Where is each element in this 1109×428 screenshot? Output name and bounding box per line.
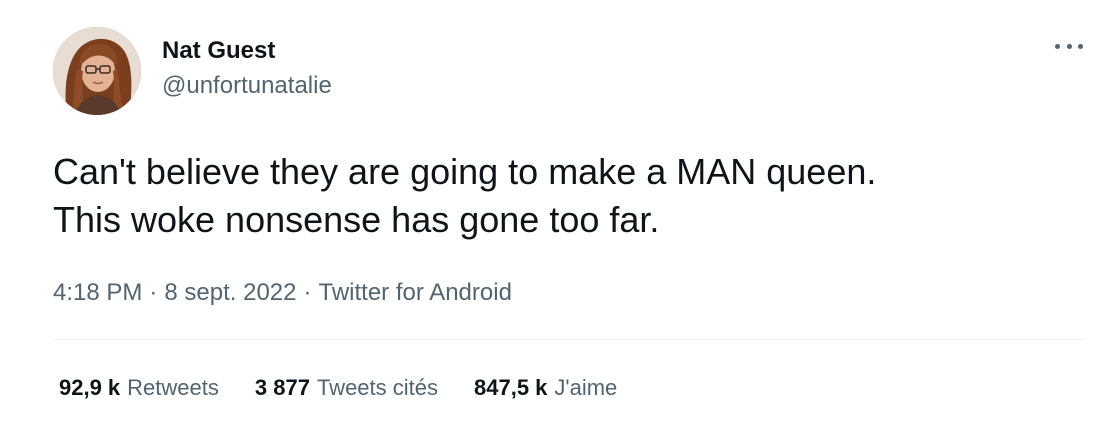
likes-stat[interactable]: 847,5 k J'aime [474, 374, 617, 402]
tweet-source-link[interactable]: Twitter for Android [319, 278, 512, 308]
retweets-count: 92,9 k [59, 375, 121, 400]
tweet-date-link[interactable]: 8 sept. 2022 [164, 278, 296, 308]
more-options-button[interactable] [1055, 36, 1083, 56]
retweets-stat[interactable]: 92,9 k Retweets [59, 374, 219, 402]
tweet-text: Can't believe they are going to make a M… [53, 148, 1073, 244]
tweet-card: Nat Guest @unfortunatalie Can't believe … [0, 0, 1109, 428]
author-names: Nat Guest @unfortunatalie [162, 37, 332, 100]
author-handle[interactable]: @unfortunatalie [162, 72, 332, 100]
more-horizontal-icon-dot [1078, 43, 1083, 49]
avatar-image [53, 27, 141, 115]
author-display-name[interactable]: Nat Guest [162, 37, 332, 65]
meta-separator: · [303, 279, 312, 306]
quote-tweets-count: 3 877 [254, 375, 310, 400]
tweet-meta: 4:18 PM · 8 sept. 2022 · Twitter for And… [53, 278, 512, 308]
likes-count: 847,5 k [474, 375, 548, 400]
likes-label: J'aime [554, 375, 618, 400]
retweets-label: Retweets [127, 375, 219, 400]
avatar[interactable] [53, 27, 141, 115]
quote-tweets-stat[interactable]: 3 877 Tweets cités [255, 374, 438, 402]
more-horizontal-icon [1055, 43, 1060, 49]
tweet-header: Nat Guest @unfortunatalie [53, 27, 332, 115]
divider [53, 339, 1085, 340]
tweet-stats: 92,9 k Retweets 3 877 Tweets cités 847,5… [59, 374, 617, 402]
quote-tweets-label: Tweets cités [316, 375, 438, 400]
tweet-text-line: This woke nonsense has gone too far. [53, 199, 660, 240]
tweet-time-link[interactable]: 4:18 PM [53, 278, 142, 308]
tweet-text-line: Can't believe they are going to make a M… [53, 151, 877, 192]
more-horizontal-icon-dot [1066, 43, 1072, 49]
meta-separator: · [149, 279, 158, 306]
